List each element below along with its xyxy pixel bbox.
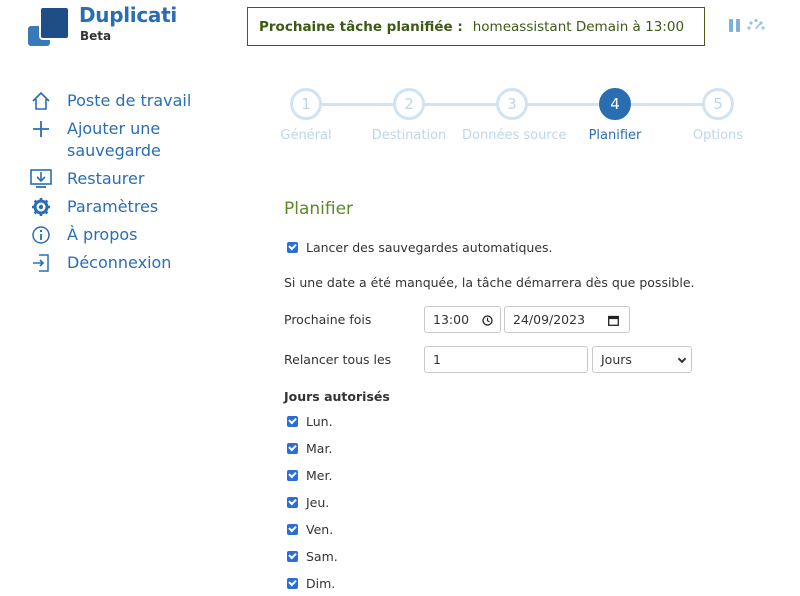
- day-sunday-row[interactable]: Dim.: [284, 576, 335, 591]
- day-label: Mer.: [306, 468, 333, 483]
- step-number: 1: [290, 88, 322, 120]
- restore-icon: [30, 168, 52, 190]
- repeat-interval-value: 1: [433, 352, 441, 367]
- wizard-steps: 1 Général 2 Destination 3 Données source…: [262, 88, 772, 148]
- day-label: Mar.: [306, 441, 333, 456]
- day-label: Dim.: [306, 576, 336, 591]
- day-sunday-checkbox[interactable]: [287, 578, 298, 589]
- step-options[interactable]: 5 Options: [668, 88, 768, 143]
- sidebar-item-home[interactable]: Poste de travail: [30, 90, 230, 112]
- day-label: Lun.: [306, 414, 333, 429]
- day-monday-checkbox[interactable]: [287, 416, 298, 427]
- step-label: Données source: [462, 128, 567, 143]
- allowed-days-label: Jours autorisés: [284, 389, 390, 404]
- chevron-down-icon: [677, 354, 687, 364]
- day-tuesday-checkbox[interactable]: [287, 443, 298, 454]
- day-saturday-row[interactable]: Sam.: [284, 549, 338, 564]
- sidebar-item-restore[interactable]: Restaurer: [30, 168, 230, 190]
- step-number: 5: [702, 88, 734, 120]
- step-label: Général: [280, 128, 332, 143]
- next-date-value: 24/09/2023: [513, 312, 586, 327]
- step-destination[interactable]: 2 Destination: [359, 88, 459, 143]
- sidebar-item-settings[interactable]: Paramètres: [30, 196, 230, 218]
- day-label: Ven.: [306, 522, 334, 537]
- next-time-input[interactable]: 13:00: [424, 306, 501, 333]
- next-time-value: 13:00: [433, 312, 470, 327]
- speed-throttle-icon[interactable]: [746, 17, 766, 31]
- day-thursday-row[interactable]: Jeu.: [284, 495, 329, 510]
- repeat-unit-select[interactable]: Jours: [592, 346, 692, 373]
- day-label: Sam.: [306, 549, 338, 564]
- step-number: 2: [393, 88, 425, 120]
- sidebar-item-label: Déconnexion: [67, 253, 172, 272]
- sidebar-item-label: Restaurer: [67, 169, 145, 188]
- day-friday-checkbox[interactable]: [287, 524, 298, 535]
- clock-icon[interactable]: [482, 315, 493, 326]
- auto-backup-label: Lancer des sauvegardes automatiques.: [306, 240, 553, 255]
- sidebar-item-label: Paramètres: [67, 197, 159, 216]
- plus-icon: [30, 118, 52, 140]
- step-label: Options: [692, 128, 744, 143]
- sidebar-item-logout[interactable]: Déconnexion: [30, 252, 230, 274]
- brand-name[interactable]: Duplicati: [79, 3, 177, 27]
- sidebar-item-about[interactable]: À propos: [30, 224, 230, 246]
- brand-sub: Beta: [80, 29, 112, 43]
- banner-value: homeassistant Demain à 13:00: [472, 18, 685, 35]
- day-wednesday-row[interactable]: Mer.: [284, 468, 332, 483]
- home-icon: [30, 90, 52, 112]
- banner-label: Prochaine tâche planifiée :: [259, 18, 463, 35]
- pause-icon[interactable]: [729, 19, 741, 32]
- repeat-label: Relancer tous les: [284, 352, 392, 367]
- step-label: Destination: [371, 128, 447, 143]
- step-schedule[interactable]: 4 Planifier: [565, 88, 665, 143]
- missed-date-note: Si une date a été manquée, la tâche déma…: [284, 275, 695, 290]
- step-number: 3: [496, 88, 528, 120]
- section-title: Planifier: [284, 199, 354, 219]
- step-label: Planifier: [588, 128, 642, 143]
- day-friday-row[interactable]: Ven.: [284, 522, 333, 537]
- auto-backup-checkbox-row[interactable]: Lancer des sauvegardes automatiques.: [284, 240, 553, 255]
- next-date-input[interactable]: 24/09/2023: [504, 306, 630, 333]
- sidebar-nav: Poste de travail Ajouter une sauvegarde …: [30, 90, 230, 280]
- info-icon: [30, 224, 52, 246]
- step-number: 4: [599, 88, 631, 120]
- day-wednesday-checkbox[interactable]: [287, 470, 298, 481]
- repeat-unit-value: Jours: [601, 352, 632, 367]
- repeat-interval-input[interactable]: 1: [424, 346, 588, 373]
- duplicati-logo[interactable]: [28, 4, 76, 48]
- day-tuesday-row[interactable]: Mar.: [284, 441, 332, 456]
- day-saturday-checkbox[interactable]: [287, 551, 298, 562]
- next-scheduled-banner: Prochaine tâche planifiée : homeassistan…: [247, 7, 705, 46]
- next-run-label: Prochaine fois: [284, 312, 372, 327]
- day-label: Jeu.: [306, 495, 330, 510]
- day-thursday-checkbox[interactable]: [287, 497, 298, 508]
- calendar-icon[interactable]: [608, 315, 619, 326]
- sidebar-item-add-backup[interactable]: Ajouter une sauvegarde: [30, 118, 230, 162]
- sidebar-item-label: Ajouter une sauvegarde: [67, 119, 161, 160]
- auto-backup-checkbox[interactable]: [287, 242, 298, 253]
- logout-icon: [30, 252, 52, 274]
- step-source-data[interactable]: 3 Données source: [462, 88, 567, 143]
- gear-icon: [30, 196, 52, 218]
- sidebar-item-label: À propos: [67, 225, 138, 244]
- step-general[interactable]: 1 Général: [256, 88, 356, 143]
- sidebar-item-label: Poste de travail: [67, 91, 192, 110]
- day-monday-row[interactable]: Lun.: [284, 414, 333, 429]
- logo-front-square: [39, 6, 70, 40]
